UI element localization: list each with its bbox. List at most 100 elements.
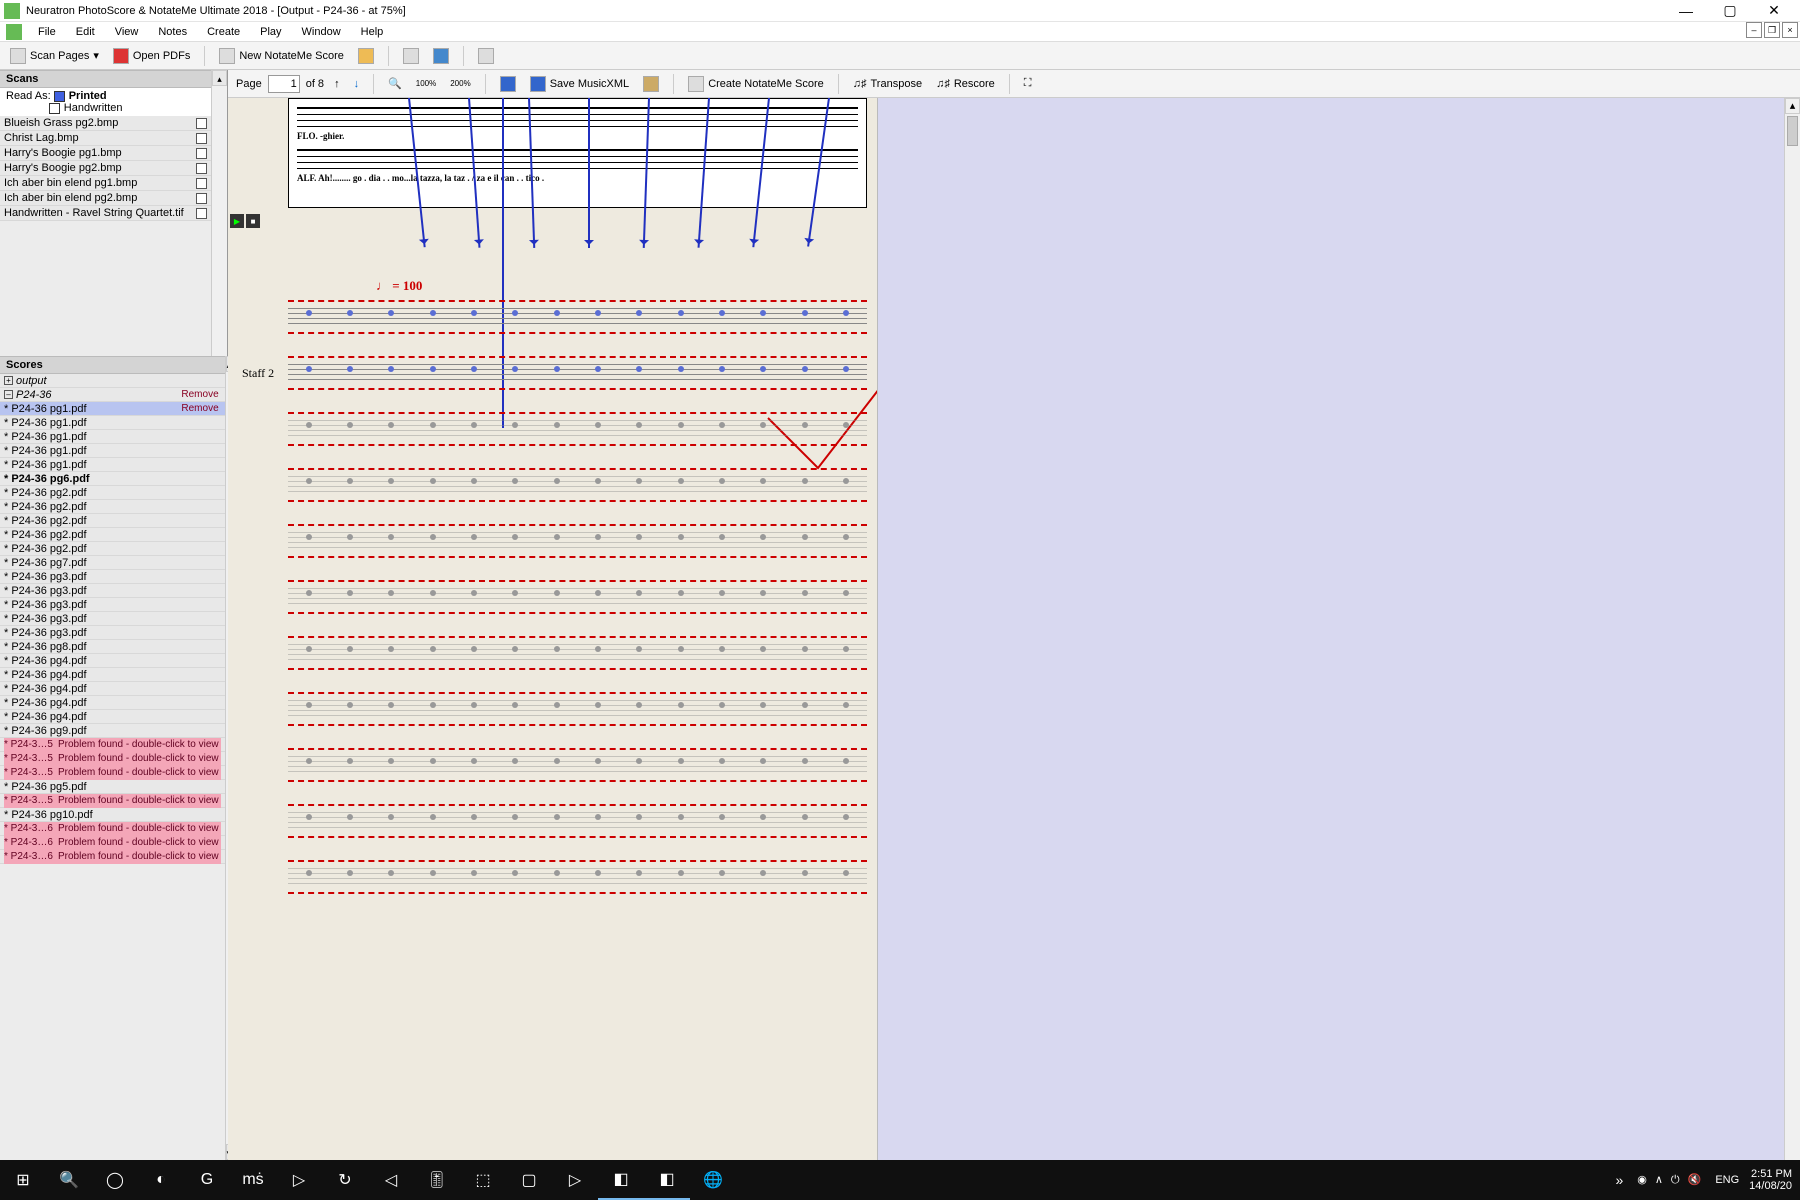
menu-help[interactable]: Help <box>351 24 394 40</box>
score-page-item[interactable]: * P24-36 pg2.pdf <box>0 500 225 514</box>
menu-view[interactable]: View <box>105 24 149 40</box>
remove-link[interactable]: Remove <box>179 402 220 416</box>
score-page-item[interactable]: * P24-36 pg1.pdf <box>0 430 225 444</box>
score-page-item[interactable]: * P24-3…5Problem found - double-click to… <box>0 752 225 766</box>
scan-checkbox[interactable] <box>196 193 207 204</box>
maximize-button[interactable]: ▢ <box>1708 0 1752 22</box>
recognized-staff[interactable] <box>288 410 867 448</box>
scan-checkbox[interactable] <box>196 148 207 159</box>
taskbar-item[interactable]: ⊞ <box>0 1160 46 1200</box>
menu-create[interactable]: Create <box>197 24 250 40</box>
score-page-item[interactable]: * P24-36 pg5.pdf <box>0 780 225 794</box>
score-page-item[interactable]: * P24-3…5Problem found - double-click to… <box>0 794 225 808</box>
tray-icon[interactable]: ◉ <box>1637 1174 1647 1186</box>
scan-checkbox[interactable] <box>196 133 207 144</box>
recognized-staff[interactable] <box>288 578 867 616</box>
score-page-item[interactable]: * P24-36 pg1.pdfRemove <box>0 402 225 416</box>
mdi-min-icon[interactable]: – <box>1746 22 1762 38</box>
score-page-item[interactable]: * P24-36 pg2.pdf <box>0 486 225 500</box>
menu-edit[interactable]: Edit <box>66 24 105 40</box>
new-notateme-button[interactable]: New NotateMe Score <box>215 46 348 66</box>
recognized-staff[interactable] <box>288 522 867 560</box>
scan-item[interactable]: Blueish Grass pg2.bmp <box>0 116 211 131</box>
score-page-item[interactable]: * P24-36 pg8.pdf <box>0 640 225 654</box>
taskbar-item[interactable]: ◁ <box>368 1160 414 1200</box>
score-page-item[interactable]: * P24-36 pg4.pdf <box>0 654 225 668</box>
language-indicator[interactable]: ENG <box>1715 1174 1739 1186</box>
scores-output-row[interactable]: +output <box>0 374 225 388</box>
print-button[interactable] <box>639 74 663 94</box>
recognized-staff[interactable] <box>288 466 867 504</box>
menu-file[interactable]: File <box>28 24 66 40</box>
menu-play[interactable]: Play <box>250 24 291 40</box>
score-page-item[interactable]: * P24-36 pg4.pdf <box>0 668 225 682</box>
handwritten-checkbox[interactable] <box>49 103 60 114</box>
taskbar-item[interactable]: ◐ <box>138 1160 184 1200</box>
save-button[interactable] <box>496 74 520 94</box>
score-page-item[interactable]: * P24-36 pg7.pdf <box>0 556 225 570</box>
create-notateme-button[interactable]: Create NotateMe Score <box>684 74 828 94</box>
mdi-restore-icon[interactable]: ❐ <box>1764 22 1780 38</box>
rescore-button[interactable]: ♫♯ Rescore <box>932 76 999 92</box>
recognized-staff[interactable] <box>288 746 867 784</box>
score-page-item[interactable]: * P24-36 pg3.pdf <box>0 584 225 598</box>
zoom-200-button[interactable]: 200% <box>446 77 474 90</box>
scan-checkbox[interactable] <box>196 163 207 174</box>
open-button[interactable] <box>354 46 378 66</box>
taskbar-item[interactable]: G <box>184 1160 230 1200</box>
recognized-staff[interactable] <box>288 802 867 840</box>
canvas-scrollbar[interactable]: ▴ <box>1784 98 1800 1160</box>
taskbar-item[interactable]: ↻ <box>322 1160 368 1200</box>
score-page-item[interactable]: * P24-36 pg3.pdf <box>0 612 225 626</box>
menu-notes[interactable]: Notes <box>148 24 197 40</box>
score-page-item[interactable]: * P24-36 pg4.pdf <box>0 710 225 724</box>
transpose-button[interactable]: ♫♯ Transpose <box>849 76 926 92</box>
score-page-item[interactable]: * P24-3…6Problem found - double-click to… <box>0 850 225 864</box>
score-page-item[interactable]: * P24-36 pg3.pdf <box>0 626 225 640</box>
minimize-button[interactable]: — <box>1664 0 1708 22</box>
taskbar-item[interactable]: 🔍 <box>46 1160 92 1200</box>
score-page-item[interactable]: * P24-36 pg3.pdf <box>0 570 225 584</box>
scan-checkbox[interactable] <box>196 178 207 189</box>
score-page-item[interactable]: * P24-3…6Problem found - double-click to… <box>0 836 225 850</box>
score-page-item[interactable]: * P24-36 pg2.pdf <box>0 542 225 556</box>
recognized-staff[interactable] <box>288 690 867 728</box>
taskbar-item[interactable]: 🌐 <box>690 1160 736 1200</box>
play-button[interactable]: ▶ <box>230 214 244 228</box>
score-page-item[interactable]: * P24-36 pg4.pdf <box>0 696 225 710</box>
taskbar-item[interactable]: ◯ <box>92 1160 138 1200</box>
scan-item[interactable]: Handwritten - Ravel String Quartet.tif <box>0 206 211 221</box>
taskbar-item[interactable]: ◧ <box>598 1160 644 1200</box>
taskbar-item[interactable]: 🎚 <box>414 1160 460 1200</box>
score-page-item[interactable]: * P24-36 pg4.pdf <box>0 682 225 696</box>
score-page-item[interactable]: * P24-36 pg1.pdf <box>0 416 225 430</box>
taskbar-item[interactable]: mṡ <box>230 1160 276 1200</box>
scan-item[interactable]: Harry's Boogie pg2.bmp <box>0 161 211 176</box>
save-musicxml-button[interactable]: Save MusicXML <box>526 74 633 94</box>
tray-icon[interactable]: 🔇 <box>1688 1174 1702 1186</box>
scan-item[interactable]: Harry's Boogie pg1.bmp <box>0 146 211 161</box>
score-page-item[interactable]: * P24-36 pg1.pdf <box>0 444 225 458</box>
recognized-staff[interactable] <box>288 298 867 336</box>
stop-button[interactable]: ■ <box>246 214 260 228</box>
recognized-staff[interactable] <box>288 634 867 672</box>
fullscreen-button[interactable]: ⛶ <box>1020 75 1036 92</box>
taskbar-clock[interactable]: 2:51 PM14/08/20 <box>1749 1168 1792 1192</box>
scan-checkbox[interactable] <box>196 208 207 219</box>
score-page-item[interactable]: * P24-36 pg1.pdf <box>0 458 225 472</box>
taskbar-item[interactable]: ⬚ <box>460 1160 506 1200</box>
zoom-tool-button[interactable]: 🔍 <box>384 75 406 92</box>
page-down-button[interactable]: ↓ <box>350 76 364 92</box>
score-page-item[interactable]: * P24-36 pg10.pdf <box>0 808 225 822</box>
tray-icon[interactable]: ∧ <box>1655 1174 1663 1186</box>
scan-item[interactable]: Ich aber bin elend pg2.bmp <box>0 191 211 206</box>
taskbar-item[interactable]: ▢ <box>506 1160 552 1200</box>
score-canvas[interactable]: ▶ ■ FLO. -ghier. ALF. Ah!........ go . d… <box>228 98 878 1160</box>
menu-window[interactable]: Window <box>292 24 351 40</box>
score-page-item[interactable]: * P24-3…5Problem found - double-click to… <box>0 766 225 780</box>
page-input[interactable] <box>268 75 300 93</box>
taskbar-item[interactable]: ▷ <box>552 1160 598 1200</box>
recognized-staff[interactable] <box>288 354 867 392</box>
taskbar-item[interactable]: ◧ <box>644 1160 690 1200</box>
home-button[interactable] <box>474 46 498 66</box>
